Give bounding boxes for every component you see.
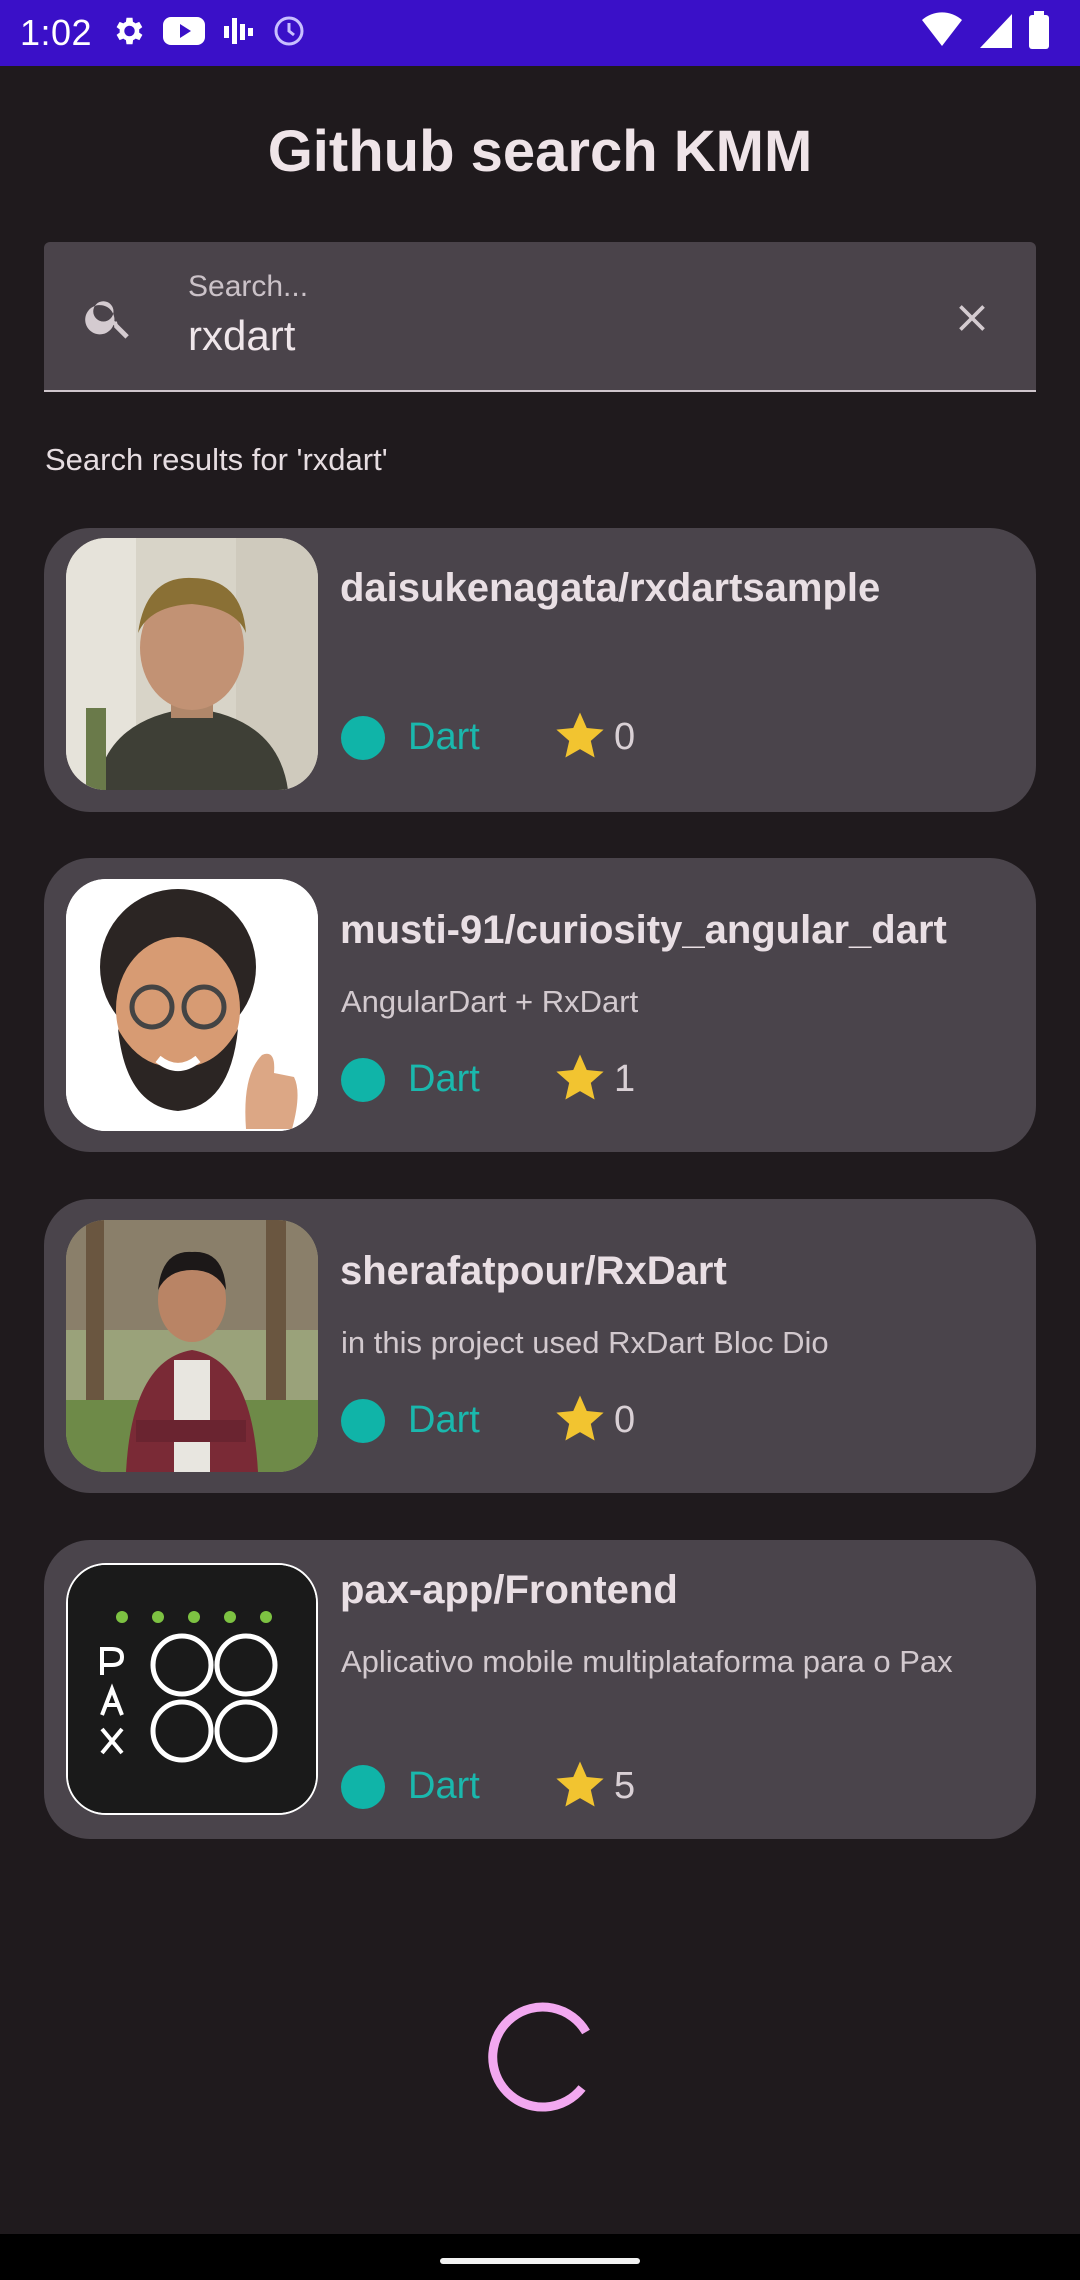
- pax-logo-avatar: [66, 1563, 318, 1815]
- youtube-icon: [162, 14, 206, 52]
- repo-description: Aplicativo mobile multiplataforma para o…: [341, 1644, 953, 1679]
- status-bar: 1:02: [0, 0, 1080, 66]
- loading-spinner: [482, 2002, 598, 2122]
- repo-card[interactable]: sherafatpour/RxDart in this project used…: [44, 1199, 1036, 1493]
- repo-card[interactable]: pax-app/Frontend Aplicativo mobile multi…: [44, 1540, 1036, 1839]
- language-dot: [341, 1399, 385, 1443]
- memoji-avatar: [66, 879, 318, 1131]
- person-photo-avatar: [66, 538, 318, 790]
- status-icons-right: [920, 10, 1050, 54]
- app-title: Github search KMM: [267, 119, 813, 184]
- repo-name[interactable]: musti-91/curiosity_angular_dart: [340, 908, 947, 953]
- search-icon: [82, 290, 136, 348]
- person-photo-avatar: [66, 1220, 318, 1472]
- language-label: Dart: [408, 1058, 480, 1100]
- wifi-icon: [920, 10, 964, 54]
- repo-name[interactable]: daisukenagata/rxdartsample: [340, 566, 880, 611]
- star-icon: [553, 1050, 607, 1108]
- repo-description: AngularDart + RxDart: [341, 984, 639, 1019]
- search-field[interactable]: Search... rxdart: [44, 242, 1036, 392]
- status-time: 1:02: [20, 12, 93, 53]
- star-icon: [553, 1757, 607, 1815]
- repo-name[interactable]: pax-app/Frontend: [340, 1568, 678, 1613]
- repo-card[interactable]: daisukenagata/rxdartsample Dart 0: [44, 528, 1036, 812]
- search-input[interactable]: rxdart: [188, 312, 295, 360]
- signal-bars-icon: [222, 14, 256, 52]
- language-dot: [341, 1765, 385, 1809]
- repo-description: in this project used RxDart Bloc Dio: [341, 1325, 829, 1360]
- navigation-bar: [0, 2234, 1080, 2280]
- clear-search-icon[interactable]: [950, 296, 994, 344]
- star-count: 0: [614, 1399, 636, 1441]
- language-dot: [341, 716, 385, 760]
- gear-icon: [110, 13, 146, 53]
- repo-card[interactable]: musti-91/curiosity_angular_dart AngularD…: [44, 858, 1036, 1152]
- star-count: 1: [614, 1058, 636, 1100]
- language-dot: [341, 1058, 385, 1102]
- battery-icon: [1028, 10, 1050, 54]
- star-count: 0: [614, 716, 636, 758]
- star-count: 5: [614, 1765, 636, 1807]
- clock-icon: [272, 14, 306, 52]
- cellular-icon: [978, 10, 1014, 54]
- repo-name[interactable]: sherafatpour/RxDart: [340, 1249, 727, 1294]
- language-label: Dart: [408, 1765, 480, 1807]
- language-label: Dart: [408, 1399, 480, 1441]
- language-label: Dart: [408, 716, 480, 758]
- home-indicator[interactable]: [440, 2258, 640, 2264]
- star-icon: [553, 1391, 607, 1449]
- status-icons-left: [110, 13, 306, 53]
- search-label: Search...: [188, 270, 309, 303]
- star-icon: [553, 708, 607, 766]
- results-caption: Search results for 'rxdart': [45, 442, 388, 477]
